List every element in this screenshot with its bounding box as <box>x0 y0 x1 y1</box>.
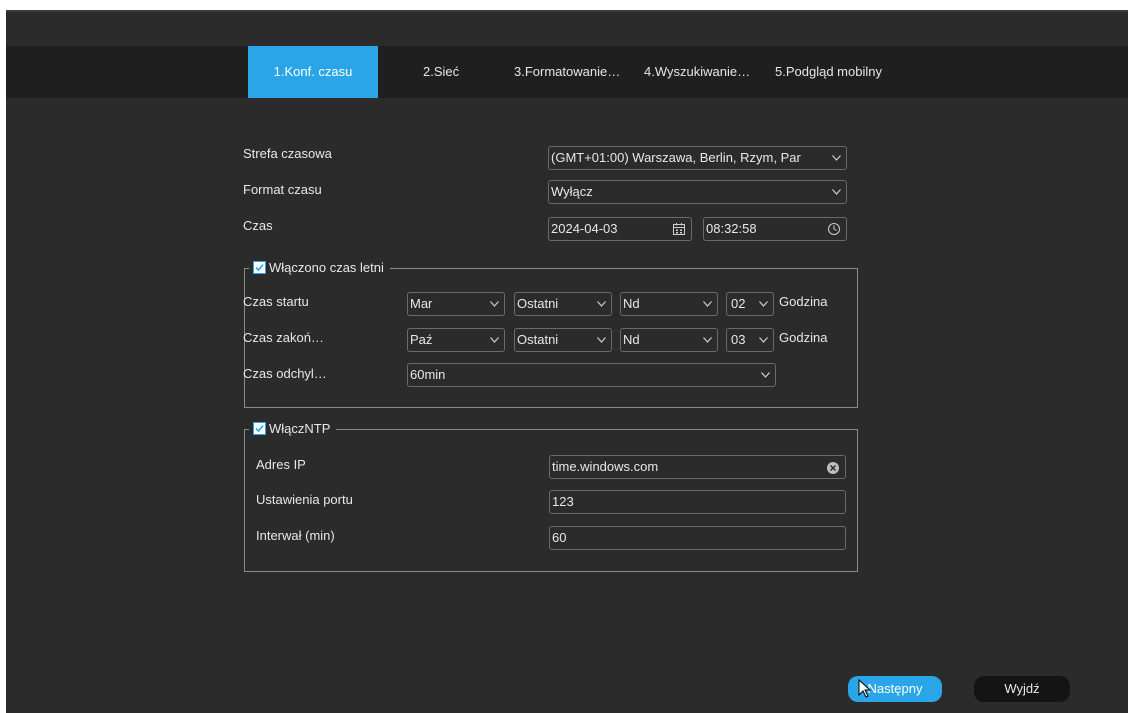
clear-icon[interactable] <box>826 461 840 475</box>
chevron-down-icon <box>703 301 712 307</box>
calendar-icon[interactable] <box>672 222 686 236</box>
chevron-down-icon <box>759 337 768 343</box>
date-value: 2024-04-03 <box>551 221 618 236</box>
timeformat-label: Format czasu <box>243 182 322 197</box>
checkmark-icon <box>255 263 264 272</box>
dst-start-week-value: Ostatni <box>517 296 559 311</box>
ntp-ip-input[interactable]: time.windows.com <box>549 455 846 479</box>
dst-offset-label: Czas odchyl… <box>243 366 327 381</box>
tab-mobile-preview[interactable]: 5.Podgląd mobilny <box>775 46 882 98</box>
dst-end-day-select[interactable]: Nd <box>620 328 718 352</box>
dst-legend-label: Włączono czas letni <box>269 260 384 275</box>
time-label: Czas <box>243 218 273 233</box>
exit-button[interactable]: Wyjdź <box>974 676 1070 702</box>
dst-end-label: Czas zakoń… <box>243 330 324 345</box>
chevron-down-icon <box>490 337 499 343</box>
dst-offset-value: 60min <box>410 367 446 382</box>
ntp-ip-label: Adres IP <box>256 457 306 472</box>
ntp-interval-value: 60 <box>552 530 567 545</box>
mouse-cursor-icon <box>858 679 872 698</box>
timeformat-value: Wyłącz <box>551 184 593 199</box>
chevron-down-icon <box>490 301 499 307</box>
dst-legend[interactable]: Włączono czas letni <box>249 259 390 277</box>
ntp-interval-input[interactable]: 60 <box>549 526 846 550</box>
tab-network[interactable]: 2.Sieć <box>423 46 459 98</box>
ntp-ip-value: time.windows.com <box>552 459 659 474</box>
date-input[interactable]: 2024-04-03 <box>548 217 692 241</box>
dst-start-label: Czas startu <box>243 294 309 309</box>
setup-wizard-window: 1.Konf. czasu 2.Sieć 3.Formatowanie… 4.W… <box>6 10 1128 713</box>
timeformat-select[interactable]: Wyłącz <box>548 180 847 204</box>
clock-icon[interactable] <box>827 222 841 236</box>
tab-formatting[interactable]: 3.Formatowanie… <box>514 46 620 98</box>
dst-end-week-select[interactable]: Ostatni <box>514 328 612 352</box>
dst-end-hour-select[interactable]: 03 <box>726 328 774 352</box>
timezone-select[interactable]: (GMT+01:00) Warszawa, Berlin, Rzym, Par <box>548 146 847 170</box>
dst-start-month-select[interactable]: Mar <box>407 292 505 316</box>
dst-start-day-value: Nd <box>623 296 640 311</box>
dst-offset-select[interactable]: 60min <box>407 363 776 387</box>
clock-value: 08:32:58 <box>706 221 757 236</box>
dst-start-month-value: Mar <box>410 296 433 311</box>
chevron-down-icon <box>761 372 770 378</box>
chevron-down-icon <box>703 337 712 343</box>
checkmark-icon <box>255 424 264 433</box>
chevron-down-icon <box>832 155 841 161</box>
dst-end-month-select[interactable]: Paź <box>407 328 505 352</box>
dst-end-month-value: Paź <box>410 332 433 347</box>
dst-start-unit: Godzina <box>779 294 828 309</box>
ntp-legend[interactable]: WłączNTP <box>249 420 337 438</box>
dst-start-day-select[interactable]: Nd <box>620 292 718 316</box>
ntp-legend-label: WłączNTP <box>269 421 331 436</box>
timezone-value: (GMT+01:00) Warszawa, Berlin, Rzym, Par <box>551 150 801 165</box>
timezone-label: Strefa czasowa <box>243 146 332 161</box>
clock-input[interactable]: 08:32:58 <box>703 217 847 241</box>
tab-search[interactable]: 4.Wyszukiwanie… <box>644 46 750 98</box>
ntp-interval-label: Interwał (min) <box>256 528 335 543</box>
ntp-port-input[interactable]: 123 <box>549 490 846 514</box>
tab-time-config[interactable]: 1.Konf. czasu <box>248 46 378 98</box>
dst-end-day-value: Nd <box>623 332 640 347</box>
chevron-down-icon <box>832 189 841 195</box>
dst-end-hour-value: 03 <box>731 332 746 347</box>
dst-start-hour-value: 02 <box>731 296 746 311</box>
dst-start-hour-select[interactable]: 02 <box>726 292 774 316</box>
chevron-down-icon <box>597 337 606 343</box>
dst-checkbox[interactable] <box>253 261 266 274</box>
ntp-port-value: 123 <box>552 494 574 509</box>
chevron-down-icon <box>759 301 768 307</box>
wizard-tab-bar: 1.Konf. czasu 2.Sieć 3.Formatowanie… 4.W… <box>6 46 1128 98</box>
chevron-down-icon <box>597 301 606 307</box>
dst-end-week-value: Ostatni <box>517 332 559 347</box>
ntp-port-label: Ustawienia portu <box>256 492 353 507</box>
dst-start-week-select[interactable]: Ostatni <box>514 292 612 316</box>
ntp-checkbox[interactable] <box>253 422 266 435</box>
dst-end-unit: Godzina <box>779 330 828 345</box>
